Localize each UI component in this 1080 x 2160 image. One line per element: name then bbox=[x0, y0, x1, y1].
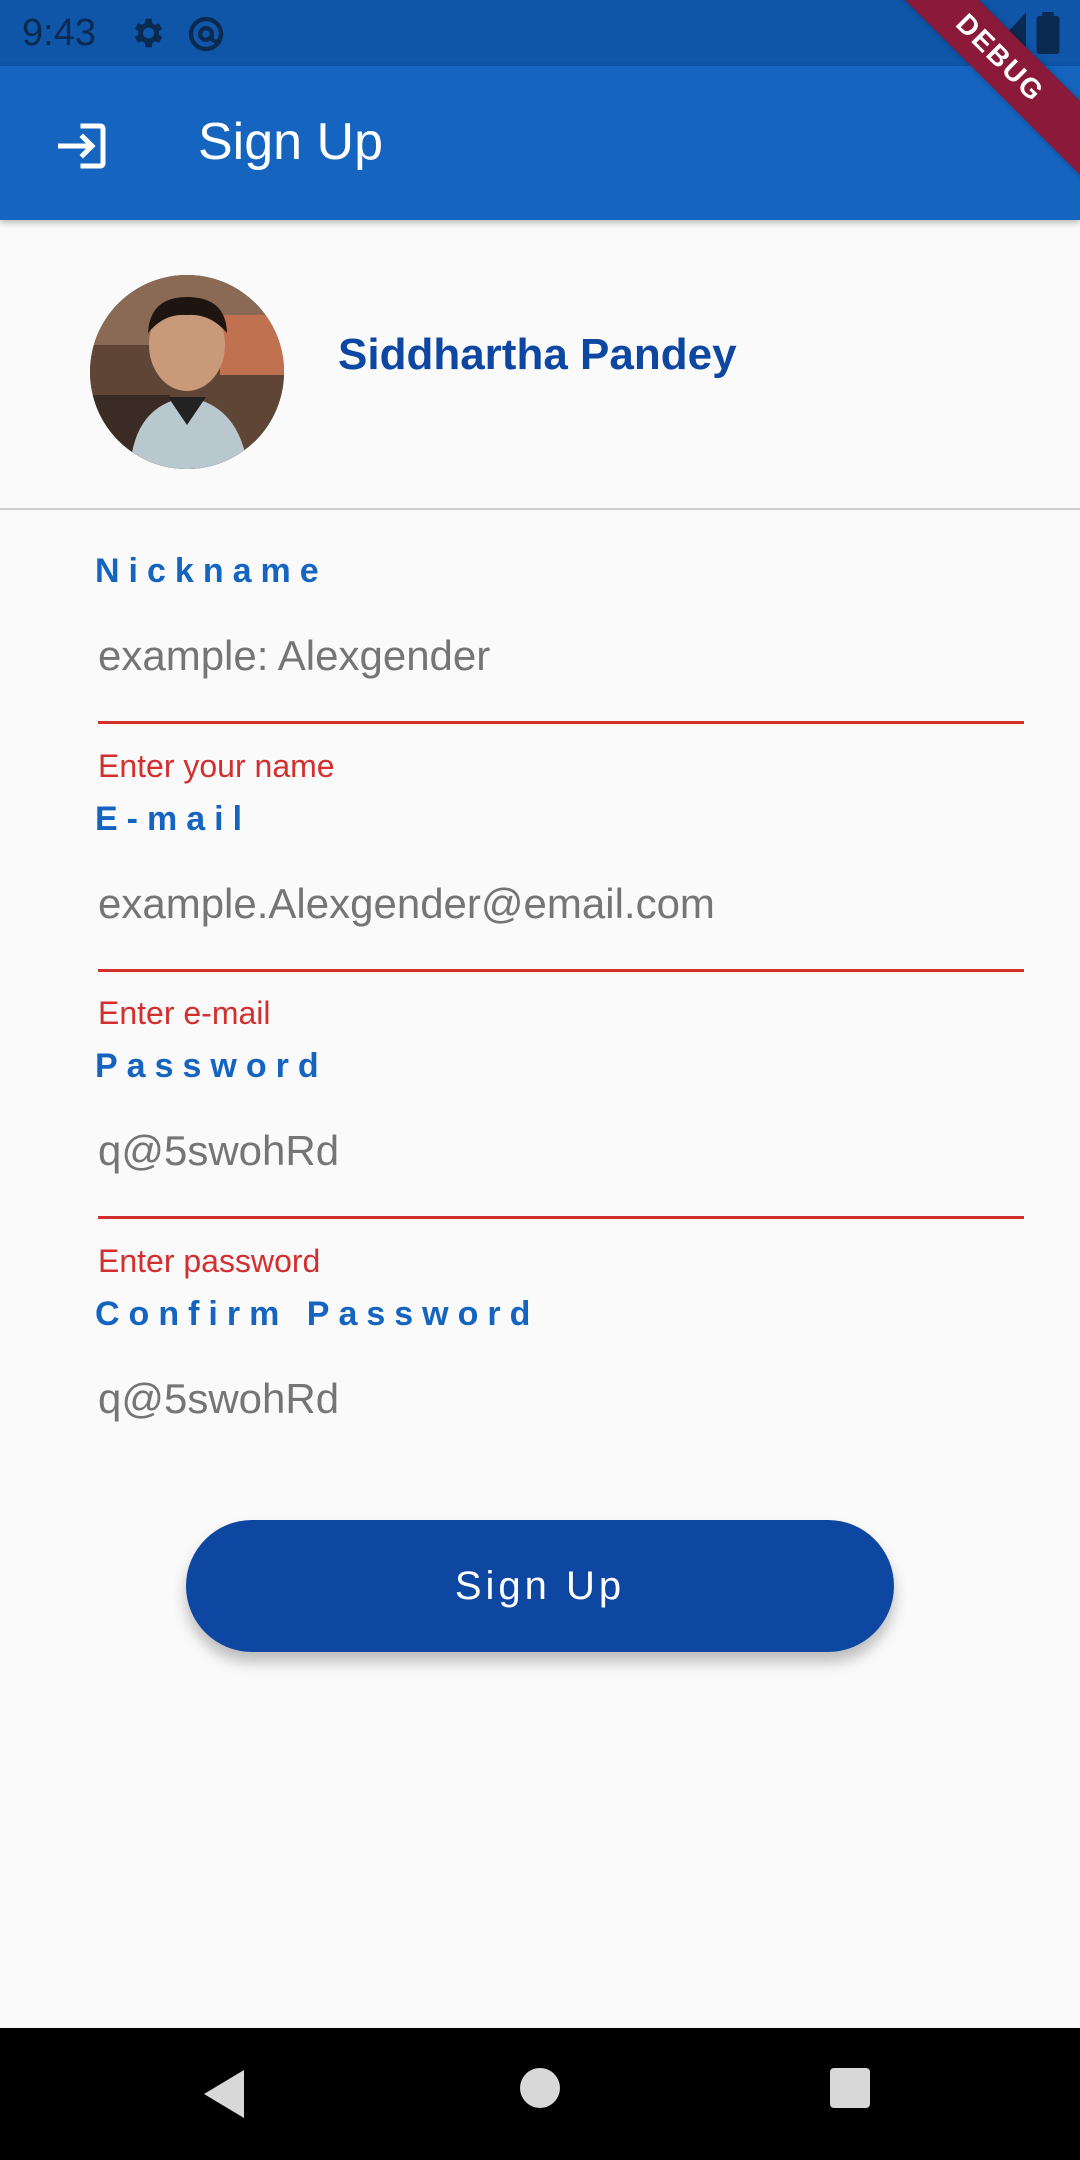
email-error: Enter e-mail bbox=[98, 995, 271, 1031]
back-icon[interactable] bbox=[200, 2066, 248, 2127]
avatar bbox=[90, 275, 284, 469]
home-icon[interactable] bbox=[518, 2066, 562, 2115]
password-field[interactable] bbox=[98, 1111, 1024, 1191]
system-nav-bar bbox=[0, 2028, 1080, 2160]
status-time: 9:43 bbox=[22, 12, 96, 54]
password-label: Password bbox=[95, 1047, 328, 1085]
battery-icon bbox=[1036, 12, 1060, 59]
confirm-password-field[interactable] bbox=[98, 1359, 1024, 1439]
email-label: E-mail bbox=[95, 800, 252, 838]
at-sign-icon bbox=[186, 14, 226, 59]
password-error: Enter password bbox=[98, 1243, 321, 1279]
email-underline bbox=[98, 969, 1024, 972]
email-field[interactable] bbox=[98, 864, 1024, 944]
recents-icon[interactable] bbox=[828, 2066, 872, 2115]
profile-header: Siddhartha Pandey bbox=[0, 220, 1080, 510]
login-icon[interactable] bbox=[48, 116, 108, 176]
nickname-label: Nickname bbox=[95, 552, 328, 590]
nickname-error: Enter your name bbox=[98, 748, 335, 784]
app-bar: Sign Up bbox=[0, 66, 1080, 220]
nickname-field[interactable] bbox=[98, 616, 1024, 696]
gear-icon bbox=[128, 14, 166, 57]
nickname-underline bbox=[98, 721, 1024, 724]
sign-up-button[interactable]: Sign Up bbox=[186, 1520, 894, 1652]
password-underline bbox=[98, 1216, 1024, 1219]
page-title: Sign Up bbox=[198, 113, 383, 171]
confirm-password-label: Confirm Password bbox=[95, 1295, 540, 1333]
profile-name: Siddhartha Pandey bbox=[338, 330, 737, 379]
